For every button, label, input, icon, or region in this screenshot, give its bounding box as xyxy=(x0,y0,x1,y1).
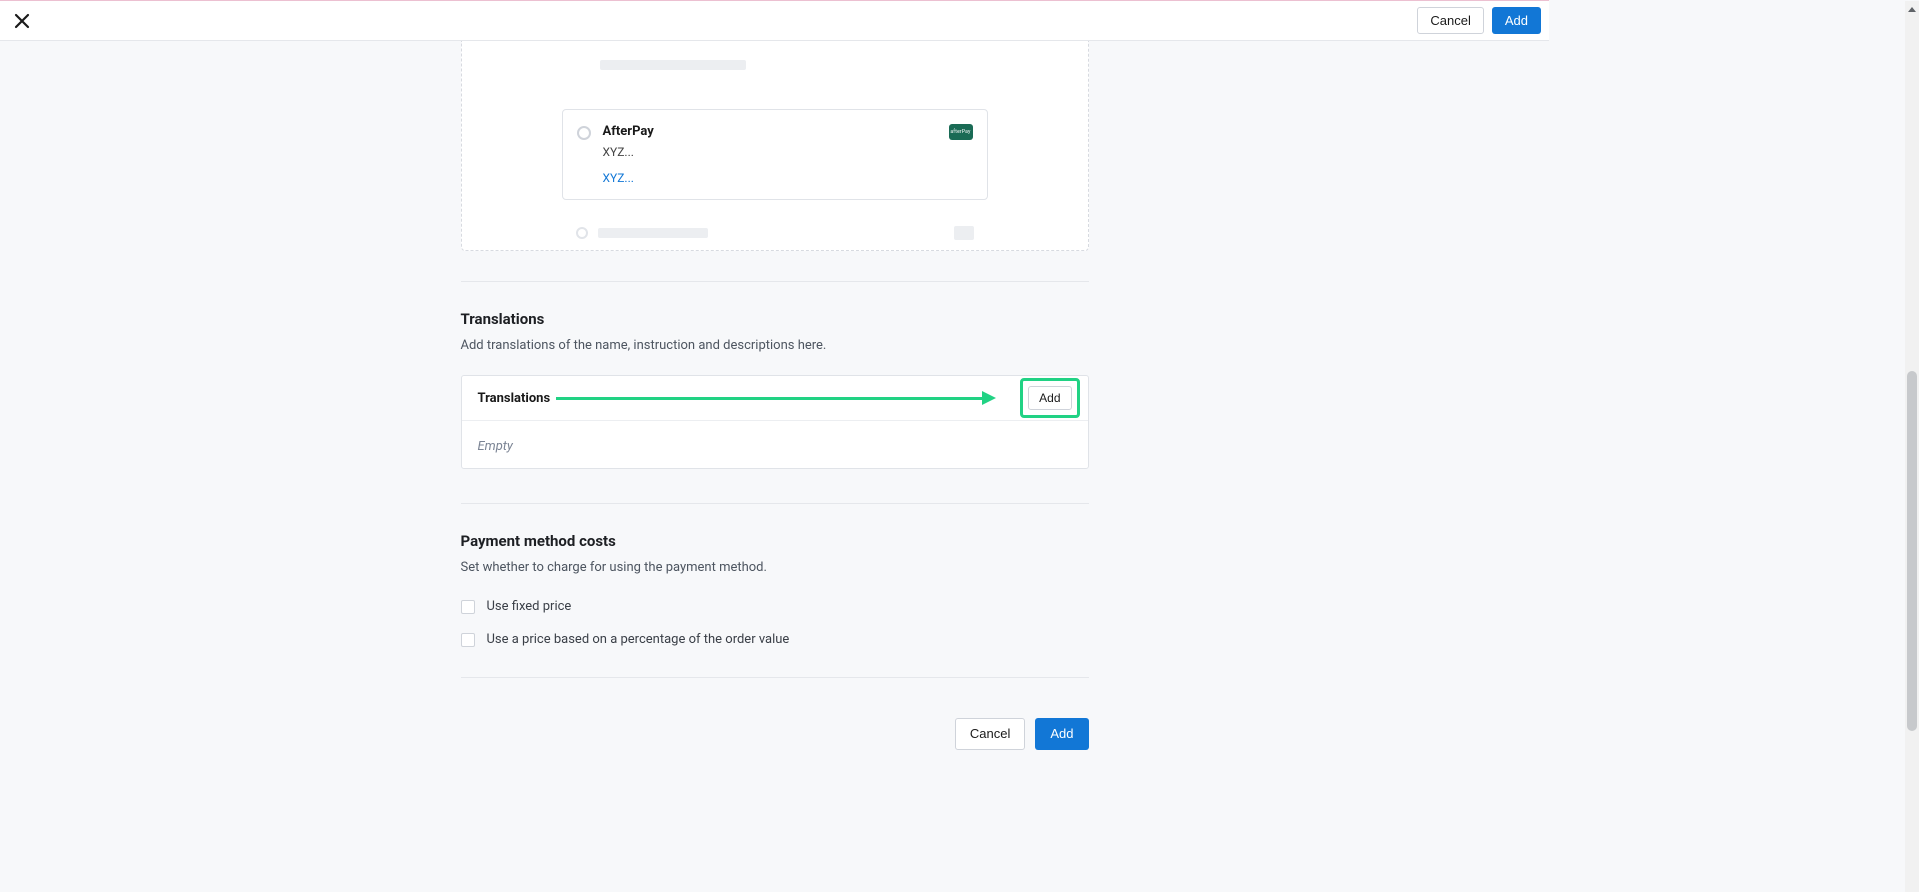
skeleton-line xyxy=(600,60,746,70)
payment-method-link[interactable]: XYZ... xyxy=(603,171,654,185)
translations-card-body: Empty xyxy=(462,421,1088,468)
translations-section-desc: Add translations of the name, instructio… xyxy=(461,338,1089,353)
preview-container: afterPay AfterPay XYZ... XYZ... xyxy=(461,41,1089,251)
arrow-head-icon xyxy=(982,391,996,405)
bottom-actions: Cancel Add xyxy=(461,718,1089,810)
fixed-price-checkbox[interactable] xyxy=(461,600,475,614)
topbar-left xyxy=(8,13,30,29)
percent-price-row: Use a price based on a percentage of the… xyxy=(461,632,1089,647)
scrollbar[interactable] xyxy=(1905,1,1919,892)
translations-add-button[interactable]: Add xyxy=(1028,386,1071,410)
skeleton-line xyxy=(598,228,708,238)
scrollbar-thumb[interactable] xyxy=(1907,371,1917,731)
payment-method-name: AfterPay xyxy=(603,124,654,139)
afterpay-badge-text: afterPay xyxy=(950,129,970,135)
percent-price-label: Use a price based on a percentage of the… xyxy=(487,632,790,647)
topbar-cancel-button[interactable]: Cancel xyxy=(1417,7,1483,35)
translations-card-header: Translations Add xyxy=(462,376,1088,421)
close-icon[interactable] xyxy=(14,13,30,29)
bottom-cancel-button[interactable]: Cancel xyxy=(955,718,1025,750)
payment-method-head: AfterPay XYZ... XYZ... xyxy=(577,124,973,185)
skeleton-row-bottom xyxy=(562,210,988,250)
skeleton-badge xyxy=(954,226,974,240)
skeleton-left xyxy=(576,227,708,239)
divider xyxy=(461,503,1089,504)
translations-section-title: Translations xyxy=(461,310,1089,328)
translations-card-title: Translations xyxy=(478,391,551,406)
payment-method-texts: AfterPay XYZ... XYZ... xyxy=(603,124,654,185)
afterpay-badge-icon: afterPay xyxy=(949,124,973,140)
topbar-right: Cancel Add xyxy=(1417,7,1541,35)
content-column: afterPay AfterPay XYZ... XYZ... xyxy=(461,41,1089,810)
payment-costs-desc: Set whether to charge for using the paym… xyxy=(461,560,1089,575)
arrow-line xyxy=(556,397,982,400)
translations-add-wrap: Add xyxy=(1028,386,1071,410)
fixed-price-row: Use fixed price xyxy=(461,599,1089,614)
percent-price-checkbox[interactable] xyxy=(461,633,475,647)
divider xyxy=(461,677,1089,678)
payment-costs-section: Payment method costs Set whether to char… xyxy=(461,532,1089,647)
payment-method-card[interactable]: afterPay AfterPay XYZ... XYZ... xyxy=(562,109,988,200)
topbar: Cancel Add xyxy=(0,1,1549,41)
divider xyxy=(461,281,1089,282)
page-root: Cancel Add afterPay AfterPay xyxy=(0,0,1549,810)
skeleton-row-top xyxy=(562,41,988,89)
fixed-price-label: Use fixed price xyxy=(487,599,572,614)
skeleton-radio xyxy=(576,227,588,239)
translations-empty-text: Empty xyxy=(478,439,513,454)
preview-inner: afterPay AfterPay XYZ... XYZ... xyxy=(462,41,1088,250)
topbar-add-button[interactable]: Add xyxy=(1492,7,1541,35)
payment-method-radio[interactable] xyxy=(577,126,591,140)
payment-method-desc: XYZ... xyxy=(603,145,654,159)
translations-card: Translations Add Empty xyxy=(461,375,1089,469)
payment-costs-title: Payment method costs xyxy=(461,532,1089,550)
bottom-add-button[interactable]: Add xyxy=(1035,718,1088,750)
scroll-up-icon[interactable] xyxy=(1905,3,1919,15)
translations-section: Translations Add translations of the nam… xyxy=(461,310,1089,469)
arrow-annotation xyxy=(556,394,996,402)
